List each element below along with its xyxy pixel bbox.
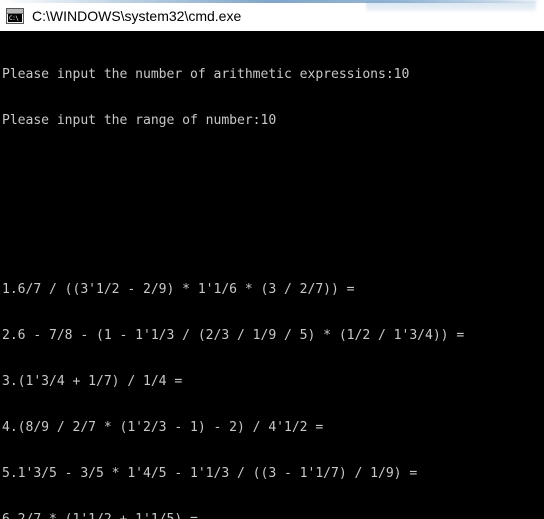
cmd-console-icon: C:\	[6, 7, 24, 24]
expression-line: 2.6 - 7/8 - (1 - 1'1/3 / (2/3 / 1/9 / 5)…	[2, 327, 465, 343]
expression-line: 4.(8/9 / 2/7 * (1'2/3 - 1) - 2) / 4'1/2 …	[2, 419, 324, 435]
expression-line: 1.6/7 / ((3'1/2 - 2/9) * 1'1/6 * (3 / 2/…	[2, 281, 355, 297]
icon-screen-text: C:\	[8, 13, 22, 22]
title-bar[interactable]: C:\ C:\WINDOWS\system32\cmd.exe	[0, 0, 544, 31]
window-controls-ghost[interactable]	[366, 1, 536, 13]
window-title: C:\WINDOWS\system32\cmd.exe	[32, 7, 242, 24]
console-output-area[interactable]: Please input the number of arithmetic ex…	[0, 31, 544, 519]
cmd-window: C:\ C:\WINDOWS\system32\cmd.exe Please i…	[0, 0, 544, 519]
expression-line: 3.(1'3/4 + 1/7) / 1/4 =	[2, 373, 183, 389]
expression-line: 5.1'3/5 - 3/5 * 1'4/5 - 1'1/3 / ((3 - 1'…	[2, 465, 418, 481]
console-line-prompt-2: Please input the range of number:10	[2, 112, 277, 128]
console-line-prompt-1: Please input the number of arithmetic ex…	[2, 66, 410, 82]
expression-line: 6.2/7 * (1'1/2 + 1'1/5) =	[2, 512, 544, 519]
